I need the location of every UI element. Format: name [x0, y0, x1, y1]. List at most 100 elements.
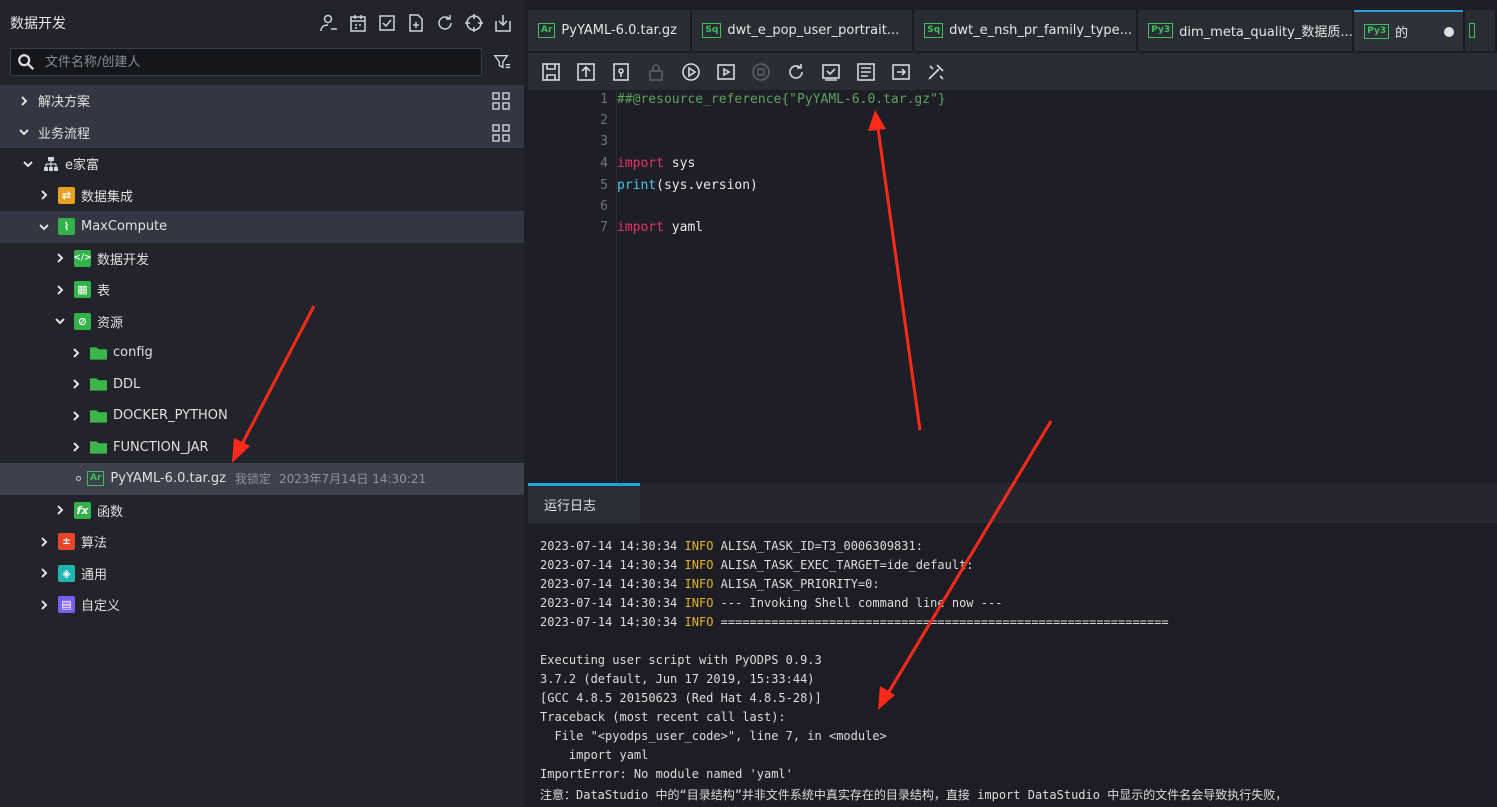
format-icon[interactable]: [855, 61, 877, 83]
tree-label: 解决方案: [38, 95, 91, 111]
tree-item-resources[interactable]: ⊘ 资源: [0, 306, 524, 338]
check-icon[interactable]: [820, 61, 842, 83]
save-icon[interactable]: [540, 61, 562, 83]
chevron-right-icon[interactable]: [38, 599, 50, 611]
grid-view-icon[interactable]: [492, 123, 510, 142]
run-with-params-icon[interactable]: [715, 61, 737, 83]
locate-icon[interactable]: [463, 12, 485, 34]
custom-node-icon: ▤: [58, 596, 75, 614]
sql-badge-icon: Sq: [702, 23, 722, 38]
tree-item-functions[interactable]: fx 函数: [0, 495, 524, 527]
folder-icon: [90, 407, 107, 424]
log-line: 2023-07-14 14:30:34 INFO ALISA_TASK_EXEC…: [540, 558, 974, 572]
tree-item-solutions[interactable]: 解决方案: [0, 85, 524, 117]
tree-item-business-flow[interactable]: 业务流程: [0, 116, 524, 148]
filter-icon[interactable]: [490, 50, 514, 74]
maxcompute-icon: ⌇: [58, 218, 75, 236]
tree-item-efamily[interactable]: e家富: [0, 148, 524, 180]
log-message: ALISA_TASK_ID=T3_0006309831:: [720, 539, 923, 553]
data-integration-icon: ⇄: [58, 186, 75, 204]
chevron-right-icon[interactable]: [70, 410, 82, 422]
refresh-icon[interactable]: [434, 12, 456, 34]
steal-lock-icon[interactable]: [610, 61, 632, 83]
log-level: INFO: [684, 596, 714, 610]
chevron-right-icon[interactable]: [18, 95, 30, 107]
new-file-icon[interactable]: [405, 12, 427, 34]
tab-pyyaml[interactable]: Ar PyYAML-6.0.tar.gz: [528, 10, 691, 51]
chevron-down-icon[interactable]: [18, 126, 30, 138]
grid-view-icon[interactable]: [492, 92, 510, 110]
log-message: ALISA_TASK_PRIORITY=0:: [720, 577, 880, 591]
chevron-right-icon[interactable]: [38, 189, 50, 201]
calculator-icon: ±: [58, 533, 75, 551]
tab-py3-active[interactable]: Py3 的: [1354, 10, 1464, 51]
log-line: Traceback (most recent call last):: [540, 710, 786, 724]
tree-label: 数据开发: [97, 252, 150, 268]
tab-py3-quality[interactable]: Py3 dim_meta_quality_数据质...: [1138, 10, 1353, 51]
folder-icon: [90, 376, 107, 393]
tree-item-algorithm[interactable]: ± 算法: [0, 526, 524, 558]
code-icon: </>: [73, 249, 92, 267]
tab-sql-portrait[interactable]: Sq dwt_e_pop_user_portrait...: [692, 10, 913, 51]
run-icon[interactable]: [680, 61, 702, 83]
chevron-right-icon[interactable]: [54, 504, 66, 516]
line-number: 6: [600, 199, 608, 214]
log-timestamp: 2023-07-14 14:30:34: [540, 577, 678, 591]
builtin: print: [617, 178, 657, 193]
tree-item-common[interactable]: ◈ 通用: [0, 558, 524, 590]
chevron-right-icon[interactable]: [54, 252, 66, 264]
tree-label: 函数: [97, 504, 124, 520]
editor-tab-bar: Ar PyYAML-6.0.tar.gz Sq dwt_e_pop_user_p…: [528, 10, 1497, 51]
calendar-icon[interactable]: [347, 12, 369, 34]
submit-icon[interactable]: [575, 61, 597, 83]
code-text: sys: [663, 156, 696, 171]
tree-item-data-dev[interactable]: </> 数据开发: [0, 243, 524, 275]
chevron-right-icon[interactable]: [70, 378, 82, 390]
tree-item-custom[interactable]: ▤ 自定义: [0, 589, 524, 621]
tree-item-folder[interactable]: FUNCTION_JAR: [0, 432, 524, 464]
code-editor[interactable]: 1 2 3 4 5 6 7 ##@resource_reference{"PyY…: [528, 90, 1497, 483]
chevron-right-icon[interactable]: [70, 441, 82, 453]
user-icon[interactable]: [318, 12, 340, 34]
folder-icon: [90, 439, 107, 456]
checklist-icon[interactable]: [376, 12, 398, 34]
chevron-right-icon[interactable]: [70, 347, 82, 359]
log-line: File "<pyodps_user_code>", line 7, in <m…: [540, 729, 887, 743]
tree-item-folder[interactable]: DOCKER_PYTHON: [0, 400, 524, 432]
line-number: 5: [600, 178, 608, 193]
tree-label: FUNCTION_JAR: [113, 439, 209, 455]
directory-tree: 解决方案 业务流程 e家富 ⇄ 数据集成 ⌇ MaxCompute </> 数据…: [0, 85, 524, 621]
log-timestamp: 2023-07-14 14:30:34: [540, 558, 678, 572]
deploy-icon[interactable]: [890, 61, 912, 83]
search-input[interactable]: [45, 54, 481, 70]
chevron-right-icon[interactable]: [38, 536, 50, 548]
chevron-down-icon[interactable]: [54, 315, 66, 327]
chevron-right-icon[interactable]: [54, 284, 66, 296]
chevron-down-icon[interactable]: [22, 158, 34, 170]
reload-icon[interactable]: [785, 61, 807, 83]
tag-icon: ◈: [58, 564, 75, 582]
log-line: 2023-07-14 14:30:34 INFO ===============…: [540, 615, 1169, 629]
unlock-icon: [645, 61, 667, 83]
tree-item-maxcompute[interactable]: ⌇ MaxCompute: [0, 211, 524, 243]
log-timestamp: 2023-07-14 14:30:34: [540, 615, 678, 629]
log-level: INFO: [684, 558, 714, 572]
panel-header: 数据开发: [0, 0, 524, 46]
chevron-right-icon[interactable]: [38, 567, 50, 579]
tree-item-table[interactable]: ▦ 表: [0, 274, 524, 306]
unsaved-dot-icon[interactable]: [1444, 26, 1455, 37]
tree-item-folder[interactable]: config: [0, 337, 524, 369]
import-icon[interactable]: [492, 12, 514, 34]
data-development-panel: 数据开发 解决方案 业务流程 e家富: [0, 0, 524, 807]
tree-item-data-integration[interactable]: ⇄ 数据集成: [0, 180, 524, 212]
tree-item-resource-file[interactable]: Ar PyYAML-6.0.tar.gz 我锁定 2023年7月14日 14:3…: [0, 463, 524, 495]
tools-icon[interactable]: [925, 61, 947, 83]
chevron-down-icon[interactable]: [38, 221, 50, 233]
tree-label: MaxCompute: [81, 219, 168, 235]
tree-item-folder[interactable]: DDL: [0, 369, 524, 401]
tab-run-log[interactable]: 运行日志: [528, 483, 640, 523]
tab-overflow[interactable]: [1465, 10, 1495, 51]
line-number: 2: [600, 113, 608, 128]
tab-sql-family[interactable]: Sq dwt_e_nsh_pr_family_type...: [914, 10, 1137, 51]
modified-time: 2023年7月14日 14:30:21: [278, 472, 427, 487]
